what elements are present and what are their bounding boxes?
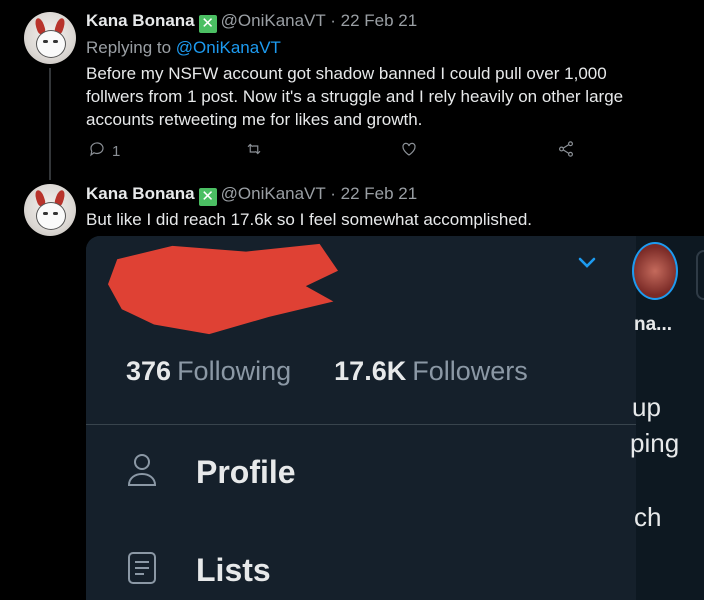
text-fragment: ch: [634, 502, 662, 532]
separator: ·: [330, 184, 336, 203]
following-label: Following: [177, 356, 292, 386]
reply-button[interactable]: 1: [88, 140, 120, 162]
avatar-partial: [696, 250, 704, 300]
divider: [86, 424, 636, 425]
menu-item-label: Lists: [196, 552, 271, 588]
separator: ·: [330, 11, 336, 30]
tweet-text-line: Before my NSFW account got shadow banned…: [86, 64, 607, 83]
menu-item-lists[interactable]: Lists: [126, 550, 271, 591]
attached-screenshot[interactable]: 376 Following 17.6K Followers Profile List…: [86, 236, 704, 600]
share-button[interactable]: [556, 140, 576, 162]
text-fragment: ping: [630, 428, 680, 458]
list-icon: [126, 550, 158, 591]
redaction-scribble: [108, 243, 338, 335]
verified-badge-icon: ✕: [198, 188, 217, 206]
tweet-1[interactable]: Kana Bonana ✕ @OniKanaVT · 22 Feb 21 Reply…: [0, 0, 704, 180]
chevron-down-icon[interactable]: [576, 254, 598, 275]
text-fragment: up: [632, 392, 661, 422]
retweet-button[interactable]: [244, 140, 264, 162]
followers-stat[interactable]: 17.6K Followers: [334, 356, 528, 386]
followers-label: Followers: [412, 356, 528, 386]
followers-count: 17.6K: [334, 356, 407, 386]
person-icon: [126, 452, 158, 493]
eye-left-shape: [43, 212, 48, 215]
background-page-strip: na... up ping ch: [630, 236, 704, 600]
replying-prefix: Replying to: [86, 38, 172, 57]
menu-item-label: Profile: [196, 454, 296, 490]
display-name[interactable]: Kana Bonana: [86, 11, 195, 30]
tweet-date[interactable]: 22 Feb 21: [341, 11, 418, 30]
tweet-actions: 1: [86, 140, 606, 164]
reply-count: 1: [112, 142, 121, 160]
tweet-header: Kana Bonana ✕ @OniKanaVT · 22 Feb 21: [86, 11, 417, 33]
retweet-icon: [244, 140, 264, 162]
tweet-text: But like I did reach 17.6k so I feel som…: [86, 210, 533, 229]
tweet-header: Kana Bonana ✕ @OniKanaVT · 22 Feb 21: [86, 184, 417, 206]
follow-stats: 376 Following 17.6K Followers: [126, 356, 528, 387]
tweet-text-line: accounts retweeting me for likes and gro…: [86, 110, 423, 129]
account-menu-panel: 376 Following 17.6K Followers Profile List…: [86, 236, 636, 600]
display-name[interactable]: Kana Bonana: [86, 184, 195, 203]
menu-item-profile[interactable]: Profile: [126, 452, 296, 493]
eye-left-shape: [43, 40, 48, 43]
eye-right-shape: [53, 40, 58, 43]
following-count: 376: [126, 356, 172, 386]
following-stat[interactable]: 376 Following: [126, 356, 299, 386]
tweet-date[interactable]: 22 Feb 21: [341, 184, 418, 203]
avatar: [632, 242, 678, 300]
thread-line: [49, 68, 51, 180]
face-shape: [36, 30, 66, 58]
user-handle[interactable]: @OniKanaVT: [221, 11, 326, 30]
tweet-text: Before my NSFW account got shadow banned…: [86, 62, 686, 131]
eye-right-shape: [53, 212, 58, 215]
tweet-text-line: follwers from 1 post. Now it's a struggl…: [86, 87, 624, 106]
like-button[interactable]: [400, 140, 418, 162]
replying-to: Replying to @OniKanaVT: [86, 38, 281, 58]
user-handle[interactable]: @OniKanaVT: [221, 184, 326, 203]
face-shape: [36, 202, 66, 230]
verified-badge-icon: ✕: [198, 15, 217, 33]
name-fragment: na...: [634, 314, 673, 335]
share-icon: [556, 140, 576, 162]
reply-icon: [88, 140, 106, 162]
replying-handle-link[interactable]: @OniKanaVT: [176, 38, 281, 57]
avatar[interactable]: [24, 12, 76, 64]
avatar[interactable]: [24, 184, 76, 236]
heart-icon: [400, 140, 418, 162]
